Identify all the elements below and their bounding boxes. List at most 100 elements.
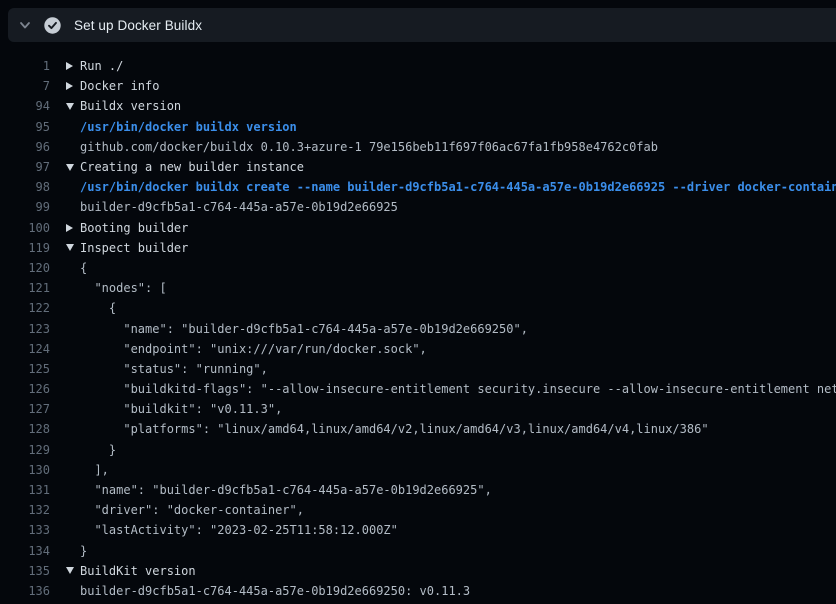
log-line: 99 builder-d9cfb5a1-c764-445a-a57e-0b19d2… <box>0 197 836 217</box>
log-text: "buildkitd-flags": "--allow-insecure-ent… <box>80 382 836 396</box>
log-text: builder-d9cfb5a1-c764-445a-a57e-0b19d2e6… <box>80 584 470 598</box>
line-number[interactable]: 129 <box>0 443 50 457</box>
log-line: 128 "platforms": "linux/amd64,linux/amd6… <box>0 419 836 439</box>
log-text: } <box>80 443 116 457</box>
log-line: 132 "driver": "docker-container", <box>0 500 836 520</box>
gutter <box>66 244 80 251</box>
line-number[interactable]: 124 <box>0 342 50 356</box>
log-text: "name": "builder-d9cfb5a1-c764-445a-a57e… <box>80 322 528 336</box>
command-text: /usr/bin/docker buildx version <box>80 120 297 134</box>
log-group-row[interactable]: 7 Docker info <box>0 76 836 96</box>
line-number[interactable]: 119 <box>0 241 50 255</box>
line-number[interactable]: 7 <box>0 79 50 93</box>
group-title: Booting builder <box>80 221 188 235</box>
gutter <box>66 62 80 70</box>
chevron-down-icon <box>66 567 74 574</box>
step-header[interactable]: Set up Docker Buildx <box>8 8 836 42</box>
log-line: 122 { <box>0 298 836 318</box>
line-number[interactable]: 1 <box>0 59 50 73</box>
log-line: 126 "buildkitd-flags": "--allow-insecure… <box>0 379 836 399</box>
line-number[interactable]: 94 <box>0 99 50 113</box>
chevron-right-icon <box>66 82 73 90</box>
log-text: { <box>80 301 116 315</box>
log-group-row[interactable]: 94 Buildx version <box>0 96 836 116</box>
group-title: Buildx version <box>80 99 181 113</box>
line-number[interactable]: 136 <box>0 584 50 598</box>
line-number[interactable]: 123 <box>0 322 50 336</box>
line-number[interactable]: 96 <box>0 140 50 154</box>
log-text: github.com/docker/buildx 0.10.3+azure-1 … <box>80 140 658 154</box>
log-text: "name": "builder-d9cfb5a1-c764-445a-a57e… <box>80 483 492 497</box>
log-text: "nodes": [ <box>80 281 167 295</box>
line-number[interactable]: 128 <box>0 422 50 436</box>
log-text: "endpoint": "unix:///var/run/docker.sock… <box>80 342 427 356</box>
group-title: Creating a new builder instance <box>80 160 304 174</box>
log-group-row[interactable]: 1 Run ./ <box>0 56 836 76</box>
log-lines: 1 Run ./ 7 Docker info 94 Buildx version 95/us… <box>0 42 836 601</box>
line-number[interactable]: 125 <box>0 362 50 376</box>
log-group-row[interactable]: 100 Booting builder <box>0 218 836 238</box>
log-line: 130 ], <box>0 460 836 480</box>
log-text: { <box>80 261 87 275</box>
line-number[interactable]: 99 <box>0 200 50 214</box>
gutter <box>66 82 80 90</box>
log-line: 124 "endpoint": "unix:///var/run/docker.… <box>0 339 836 359</box>
log-text: } <box>80 544 87 558</box>
log-group-row[interactable]: 135 BuildKit version <box>0 561 836 581</box>
chevron-down-icon <box>66 164 74 171</box>
line-number[interactable]: 134 <box>0 544 50 558</box>
log-line: 134} <box>0 541 836 561</box>
chevron-down-icon <box>66 244 74 251</box>
line-number[interactable]: 135 <box>0 564 50 578</box>
log-text: "driver": "docker-container", <box>80 503 304 517</box>
gutter <box>66 567 80 574</box>
group-title: BuildKit version <box>80 564 196 578</box>
log-line: 125 "status": "running", <box>0 359 836 379</box>
chevron-down-icon[interactable] <box>18 18 32 32</box>
gutter <box>66 103 80 110</box>
log-line: 121 "nodes": [ <box>0 278 836 298</box>
line-number[interactable]: 97 <box>0 160 50 174</box>
log-line: 136 builder-d9cfb5a1-c764-445a-a57e-0b19d… <box>0 581 836 601</box>
log-line: 120 { <box>0 258 836 278</box>
log-text: "lastActivity": "2023-02-25T11:58:12.000… <box>80 523 398 537</box>
line-number[interactable]: 122 <box>0 301 50 315</box>
log-line: 123 "name": "builder-d9cfb5a1-c764-445a-… <box>0 318 836 338</box>
log-text: "buildkit": "v0.11.3", <box>80 402 282 416</box>
line-number[interactable]: 100 <box>0 221 50 235</box>
gutter <box>66 224 80 232</box>
line-number[interactable]: 126 <box>0 382 50 396</box>
log-text: "platforms": "linux/amd64,linux/amd64/v2… <box>80 422 709 436</box>
log-text: "status": "running", <box>80 362 268 376</box>
line-number[interactable]: 132 <box>0 503 50 517</box>
line-number[interactable]: 95 <box>0 120 50 134</box>
log-text: ], <box>80 463 109 477</box>
check-circle-icon <box>44 17 61 34</box>
log-line: 127 "buildkit": "v0.11.3", <box>0 399 836 419</box>
chevron-right-icon <box>66 224 73 232</box>
log-group-row[interactable]: 97 Creating a new builder instance <box>0 157 836 177</box>
log-line: 133 "lastActivity": "2023-02-25T11:58:12… <box>0 520 836 540</box>
step-title: Set up Docker Buildx <box>74 18 202 33</box>
group-title: Docker info <box>80 79 159 93</box>
log-group-row[interactable]: 119 Inspect builder <box>0 238 836 258</box>
group-title: Run ./ <box>80 59 123 73</box>
line-number[interactable]: 127 <box>0 402 50 416</box>
log-line: 96 github.com/docker/buildx 0.10.3+azure-… <box>0 137 836 157</box>
chevron-down-icon <box>66 103 74 110</box>
line-number[interactable]: 120 <box>0 261 50 275</box>
log-text: builder-d9cfb5a1-c764-445a-a57e-0b19d2e6… <box>80 200 398 214</box>
line-number[interactable]: 131 <box>0 483 50 497</box>
line-number[interactable]: 130 <box>0 463 50 477</box>
gutter <box>66 164 80 171</box>
line-number[interactable]: 133 <box>0 523 50 537</box>
group-title: Inspect builder <box>80 241 188 255</box>
log-line: 131 "name": "builder-d9cfb5a1-c764-445a-… <box>0 480 836 500</box>
chevron-right-icon <box>66 62 73 70</box>
line-number[interactable]: 121 <box>0 281 50 295</box>
command-text: /usr/bin/docker buildx create --name bui… <box>80 180 836 194</box>
log-line: 98/usr/bin/docker buildx create --name b… <box>0 177 836 197</box>
line-number[interactable]: 98 <box>0 180 50 194</box>
log-line: 95/usr/bin/docker buildx version <box>0 117 836 137</box>
log-line: 129 } <box>0 440 836 460</box>
